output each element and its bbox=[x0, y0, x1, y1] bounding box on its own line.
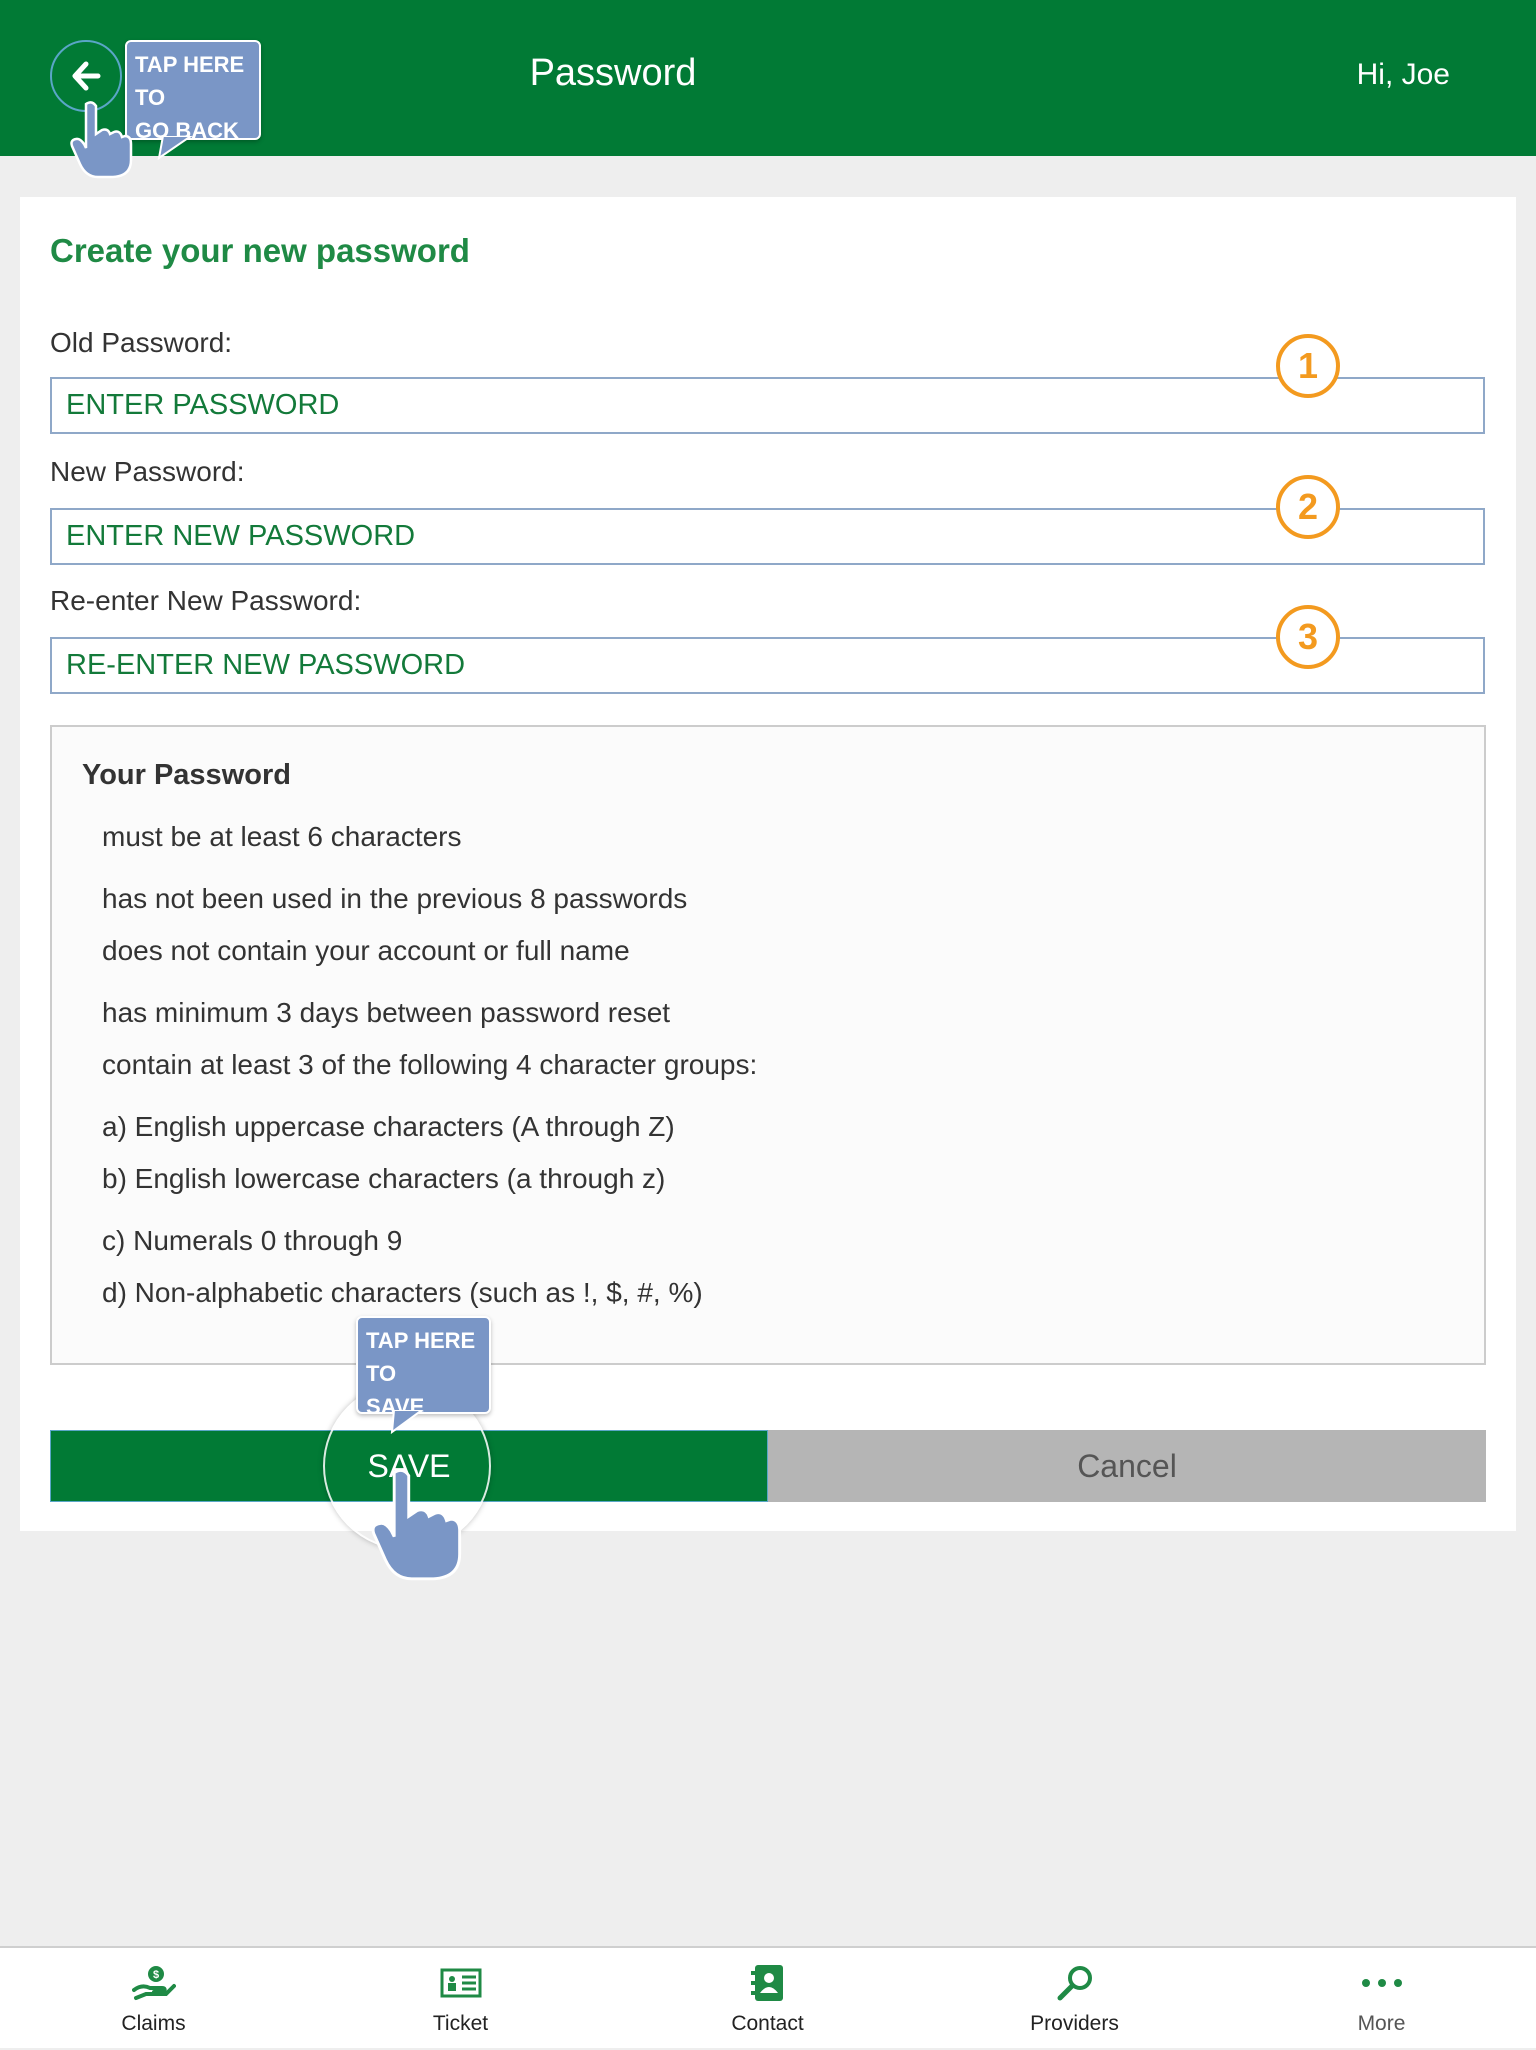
tab-providers[interactable]: Providers bbox=[921, 1948, 1228, 2050]
search-magnifier-icon bbox=[1054, 1964, 1096, 2002]
rules-title: Your Password bbox=[82, 759, 291, 791]
tooltip-tail bbox=[390, 1410, 424, 1434]
cancel-button[interactable]: Cancel bbox=[768, 1430, 1486, 1502]
rule-item: b) English lowercase characters (a throu… bbox=[102, 1163, 666, 1194]
more-dots-icon bbox=[1360, 1964, 1404, 2002]
rule-item: must be at least 6 characters bbox=[102, 821, 462, 852]
rule-item: d) Non-alphabetic characters (such as !,… bbox=[102, 1277, 703, 1308]
password-form-card: Create your new password Old Password: 1… bbox=[20, 197, 1516, 1531]
pointing-hand-icon bbox=[371, 1468, 462, 1581]
tab-label: More bbox=[1357, 2012, 1406, 2035]
bottom-tab-bar: $ Claims Ticket Contact Providers More bbox=[0, 1946, 1536, 2048]
step-1-badge: 1 bbox=[1276, 334, 1340, 398]
old-password-input[interactable] bbox=[50, 377, 1485, 434]
back-tooltip: TAP HERE TO GO BACK bbox=[125, 40, 261, 143]
tab-more[interactable]: More bbox=[1228, 1948, 1535, 2050]
svg-text:$: $ bbox=[152, 1969, 158, 1981]
rule-item: c) Numerals 0 through 9 bbox=[102, 1225, 403, 1256]
reenter-password-input[interactable] bbox=[50, 637, 1485, 694]
form-heading: Create your new password bbox=[50, 232, 470, 269]
rule-item: has not been used in the previous 8 pass… bbox=[102, 883, 688, 914]
tab-label: Providers bbox=[1030, 2012, 1119, 2035]
rule-item: a) English uppercase characters (A throu… bbox=[102, 1111, 675, 1142]
save-tooltip: TAP HERE TO SAVE bbox=[356, 1316, 491, 1419]
back-tooltip-line-1: TAP HERE TO bbox=[135, 52, 245, 110]
tab-label: Ticket bbox=[432, 2012, 489, 2035]
rule-item: has minimum 3 days between password rese… bbox=[102, 997, 671, 1028]
contact-book-icon bbox=[747, 1964, 789, 2002]
tab-claims[interactable]: $ Claims bbox=[0, 1948, 307, 2050]
claims-hand-coin-icon: $ bbox=[131, 1964, 176, 2002]
save-tooltip-line-1: TAP HERE TO bbox=[366, 1328, 476, 1386]
password-rules-box: Your Password must be at least 6 charact… bbox=[50, 725, 1486, 1365]
tab-ticket[interactable]: Ticket bbox=[307, 1948, 614, 2050]
pointing-hand-icon bbox=[70, 101, 133, 179]
step-2-badge: 2 bbox=[1276, 475, 1340, 539]
tooltip-tail bbox=[157, 136, 193, 160]
user-greeting: Hi, Joe bbox=[1356, 58, 1450, 91]
step-3-badge: 3 bbox=[1276, 605, 1340, 669]
old-password-label: Old Password: bbox=[50, 327, 233, 358]
ticket-icon bbox=[440, 1964, 482, 2002]
tab-label: Claims bbox=[121, 2012, 186, 2035]
rule-item: contain at least 3 of the following 4 ch… bbox=[102, 1049, 758, 1080]
new-password-input[interactable] bbox=[50, 508, 1485, 565]
new-password-label: New Password: bbox=[50, 456, 245, 487]
rule-item: does not contain your account or full na… bbox=[102, 935, 630, 966]
tab-contact[interactable]: Contact bbox=[614, 1948, 921, 2050]
reenter-password-label: Re-enter New Password: bbox=[50, 585, 362, 616]
tab-label: Contact bbox=[731, 2012, 804, 2035]
